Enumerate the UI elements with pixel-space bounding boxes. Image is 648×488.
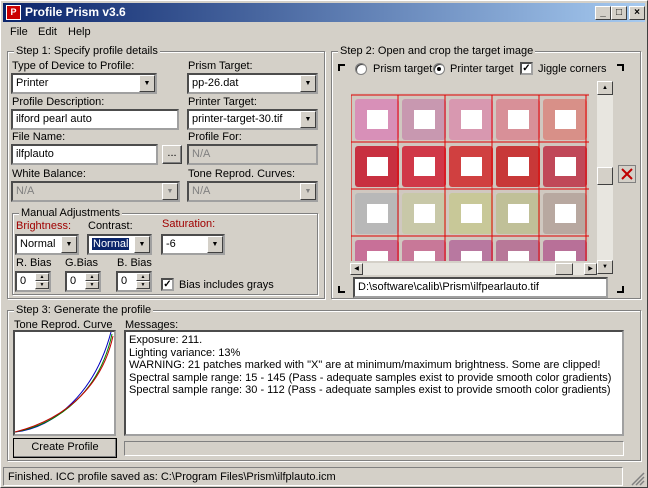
chevron-down-icon: ▼: [162, 183, 178, 200]
crop-corner-icon[interactable]: [338, 64, 346, 72]
spin-up-icon[interactable]: ▲: [35, 273, 49, 281]
step2-title: Step 2: Open and crop the target image: [338, 45, 536, 57]
spin-down-icon[interactable]: ▼: [35, 281, 49, 289]
title-bar[interactable]: P Profile Prism v3.6 _ □ ×: [3, 3, 645, 22]
browse-button[interactable]: ...: [162, 145, 182, 164]
prism-icon: P: [6, 5, 21, 20]
description-field[interactable]: ilford pearl auto: [11, 109, 179, 130]
spin-down-icon[interactable]: ▼: [136, 281, 150, 289]
r-bias-label: R. Bias: [16, 257, 52, 269]
crop-corner-icon[interactable]: [338, 285, 346, 293]
scroll-thumb[interactable]: [597, 167, 613, 185]
description-label: Profile Description:: [12, 96, 105, 108]
g-bias-spinner[interactable]: 0 ▲ ▼: [65, 271, 101, 292]
chevron-down-icon: ▼: [300, 111, 316, 128]
target-image-preview[interactable]: [351, 93, 589, 261]
scroll-left-icon[interactable]: ◀: [350, 263, 363, 275]
step1-title: Step 1: Specify profile details: [14, 45, 160, 57]
status-bar: Finished. ICC profile saved as: C:\Progr…: [3, 467, 623, 486]
chevron-down-icon: ▼: [134, 236, 150, 253]
message-line: Lighting variance: 13%: [129, 346, 241, 359]
crop-grid: [351, 94, 589, 261]
message-line: Spectral sample range: 30 - 112 (Pass - …: [129, 384, 611, 396]
progress-bar: [124, 441, 624, 456]
brightness-label: Brightness:: [16, 220, 72, 232]
white-balance-select: N/A ▼: [11, 181, 180, 202]
profile-for-field: N/A: [187, 144, 318, 165]
printer-target-select[interactable]: printer-target-30.tif ▼: [187, 109, 318, 130]
contrast-label: Contrast:: [88, 220, 133, 232]
file-name-field[interactable]: ilfplauto: [11, 144, 158, 165]
prism-target-select[interactable]: pp-26.dat ▼: [187, 73, 318, 94]
b-bias-spinner[interactable]: 0 ▲ ▼: [116, 271, 152, 292]
r-bias-spinner[interactable]: 0 ▲ ▼: [15, 271, 51, 292]
prism-target-label: Prism Target:: [188, 60, 253, 72]
jiggle-corners-label: Jiggle corners: [538, 63, 607, 75]
step3-title: Step 3: Generate the profile: [14, 304, 154, 316]
image-vertical-scrollbar[interactable]: ▲ ▼: [597, 81, 613, 274]
jiggle-corners-checkbox[interactable]: ✓: [520, 62, 533, 75]
spin-up-icon[interactable]: ▲: [136, 273, 150, 281]
chevron-down-icon: ▼: [61, 236, 77, 253]
tone-curves-label: Tone Reprod. Curves:: [188, 168, 295, 180]
menu-file[interactable]: File: [10, 26, 28, 38]
chevron-down-icon: ▼: [207, 236, 223, 253]
manual-adjustments-title: Manual Adjustments: [19, 207, 123, 219]
bias-grays-label: Bias includes grays: [179, 279, 274, 291]
white-balance-label: White Balance:: [12, 168, 86, 180]
message-line: Spectral sample range: 15 - 145 (Pass - …: [129, 371, 612, 384]
prism-target-radio-label: Prism target: [373, 63, 433, 75]
chevron-down-icon: ▼: [139, 75, 155, 92]
saturation-select[interactable]: -6 ▼: [161, 234, 225, 255]
printer-target-radio-label: Printer target: [450, 63, 514, 75]
spin-up-icon[interactable]: ▲: [85, 273, 99, 281]
create-profile-button[interactable]: Create Profile: [13, 438, 117, 458]
messages-box[interactable]: Exposure: 211. Lighting variance: 13% WA…: [124, 330, 624, 436]
minimize-button[interactable]: _: [595, 6, 611, 20]
app-window: P Profile Prism v3.6 _ □ × File Edit Hel…: [0, 0, 648, 488]
crop-corner-icon[interactable]: [616, 64, 624, 72]
printer-target-radio[interactable]: [433, 63, 445, 75]
bias-grays-checkbox[interactable]: ✓: [161, 278, 174, 291]
scroll-up-icon[interactable]: ▲: [597, 81, 613, 95]
close-button[interactable]: ×: [629, 6, 645, 20]
chevron-down-icon: ▼: [300, 75, 316, 92]
image-path-field[interactable]: D:\software\calib\Prism\ilfpearlauto.tif: [353, 277, 608, 298]
red-x-icon[interactable]: [618, 165, 636, 183]
brightness-select[interactable]: Normal ▼: [15, 234, 79, 255]
menu-help[interactable]: Help: [68, 26, 91, 38]
menu-edit[interactable]: Edit: [38, 26, 57, 38]
tone-curves-select: N/A ▼: [187, 181, 318, 202]
b-bias-label: B. Bias: [117, 257, 152, 269]
contrast-select[interactable]: Normal ▼: [87, 234, 152, 255]
profile-for-label: Profile For:: [188, 131, 242, 143]
file-name-label: File Name:: [12, 131, 66, 143]
g-bias-label: G.Bias: [65, 257, 99, 269]
message-line: WARNING: 21 patches marked with "X" are …: [129, 359, 601, 371]
device-type-select[interactable]: Printer ▼: [11, 73, 157, 94]
scroll-right-icon[interactable]: ▶: [584, 263, 597, 275]
tone-curve-graph: [13, 330, 116, 436]
crop-corner-icon[interactable]: [616, 285, 624, 293]
chevron-down-icon: ▼: [300, 183, 316, 200]
resize-grip-icon[interactable]: [627, 468, 645, 486]
spin-down-icon[interactable]: ▼: [85, 281, 99, 289]
maximize-button[interactable]: □: [611, 6, 627, 20]
saturation-label: Saturation:: [162, 218, 216, 230]
prism-target-radio[interactable]: [355, 63, 367, 75]
scroll-down-icon[interactable]: ▼: [597, 260, 613, 274]
image-horizontal-scrollbar[interactable]: ◀ ▶: [350, 263, 597, 275]
device-type-label: Type of Device to Profile:: [12, 60, 135, 72]
printer-target-label: Printer Target:: [188, 96, 257, 108]
message-line: Exposure: 211.: [129, 334, 203, 346]
scroll-thumb[interactable]: [555, 263, 573, 275]
window-title: Profile Prism v3.6: [25, 5, 126, 19]
